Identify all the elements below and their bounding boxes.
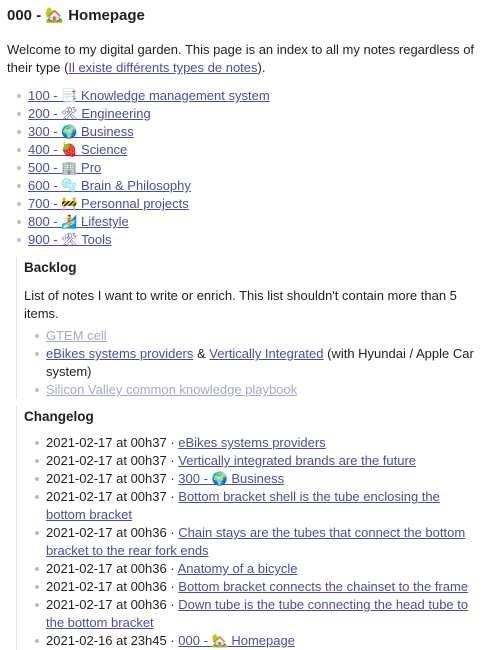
list-item: 400 - 🍓 Science — [7, 141, 482, 159]
backlog-description: List of notes I want to write or enrich.… — [24, 288, 457, 321]
note-types-link[interactable]: Il existe différents types de notes — [68, 60, 257, 75]
bullet-dot — [35, 459, 39, 463]
list-item: GTEM cell — [24, 327, 482, 345]
changelog-entry: 2021-02-17 at 00h36 · Chain stays are th… — [24, 524, 482, 560]
index-list: 100 - 📑 Knowledge management system 200 … — [7, 87, 482, 249]
bullet-dot — [17, 148, 21, 152]
changelog-timestamp: 2021-02-17 at 00h37 · — [46, 471, 179, 486]
changelog-timestamp: 2021-02-17 at 00h36 · — [46, 561, 178, 576]
bullet-dot — [35, 441, 39, 445]
bullet-dot — [17, 94, 21, 98]
bullet-dot — [35, 531, 39, 535]
changelog-link[interactable]: Bottom bracket connects the chainset to … — [178, 579, 468, 594]
backlog-link-vertically-integrated[interactable]: Vertically Integrated — [209, 346, 323, 361]
backlog-heading: Backlog — [24, 260, 77, 275]
backlog-link-ebikes[interactable]: eBikes systems providers — [46, 346, 193, 361]
changelog-entry: 2021-02-17 at 00h37 · 300 - 🌍 Business — [24, 470, 482, 488]
list-item: 600 - 🫧 Brain & Philosophy — [7, 177, 482, 195]
changelog-timestamp: 2021-02-17 at 00h37 · — [46, 489, 179, 504]
list-item: 700 - 🚧 Personnal projects — [7, 195, 482, 213]
changelog-timestamp: 2021-02-16 at 23h45 · — [46, 633, 179, 648]
changelog-link[interactable]: 300 - 🌍 Business — [178, 471, 284, 486]
index-link-400[interactable]: 400 - 🍓 Science — [28, 142, 127, 157]
changelog-entry: 2021-02-17 at 00h37 · eBikes systems pro… — [24, 434, 482, 452]
index-link-800[interactable]: 800 - 🏄 Lifestyle — [28, 214, 129, 229]
changelog-link[interactable]: Anatomy of a bicycle — [178, 561, 298, 576]
bullet-dot — [35, 603, 39, 607]
index-link-100[interactable]: 100 - 📑 Knowledge management system — [28, 88, 270, 103]
changelog-entry: 2021-02-17 at 00h37 · Bottom bracket she… — [24, 488, 482, 524]
index-link-300[interactable]: 300 - 🌍 Business — [28, 124, 134, 139]
list-item: 300 - 🌍 Business — [7, 123, 482, 141]
bullet-dot — [35, 477, 39, 481]
backlog-separator: & — [193, 346, 210, 361]
backlog-link-gtem[interactable]: GTEM cell — [46, 328, 107, 343]
changelog-link[interactable]: eBikes systems providers — [178, 435, 325, 450]
bullet-dot — [17, 130, 21, 134]
index-link-900[interactable]: 900 - 🛠 Tools — [28, 232, 111, 247]
index-link-700[interactable]: 700 - 🚧 Personnal projects — [28, 196, 189, 211]
changelog-link[interactable]: 000 - 🏡 Homepage — [178, 633, 295, 648]
bullet-dot — [35, 585, 39, 589]
list-item: eBikes systems providers & Vertically In… — [24, 345, 482, 381]
changelog-link[interactable]: Vertically integrated brands are the fut… — [178, 453, 416, 468]
changelog-entry: 2021-02-17 at 00h36 · Bottom bracket con… — [24, 578, 482, 596]
changelog-timestamp: 2021-02-17 at 00h36 · — [46, 597, 179, 612]
list-item: 800 - 🏄 Lifestyle — [7, 213, 482, 231]
list-item: 200 - 🛠 Engineering — [7, 105, 482, 123]
intro-paragraph: Welcome to my digital garden. This page … — [7, 41, 482, 77]
list-item: 500 - 🏢 Pro — [7, 159, 482, 177]
bullet-dot — [35, 639, 39, 643]
bullet-dot — [17, 202, 21, 206]
index-link-200[interactable]: 200 - 🛠 Engineering — [28, 106, 151, 121]
intro-suffix: ). — [257, 60, 266, 75]
bullet-dot — [35, 567, 39, 571]
changelog-entry: 2021-02-17 at 00h36 · Down tube is the t… — [24, 596, 482, 632]
list-item: 900 - 🛠 Tools — [7, 231, 482, 249]
changelog-list: 2021-02-17 at 00h37 · eBikes systems pro… — [24, 434, 482, 650]
backlog-list: GTEM cell eBikes systems providers & Ver… — [24, 327, 482, 399]
list-item: 100 - 📑 Knowledge management system — [7, 87, 482, 105]
list-item: Silicon Valley common knowledge playbook — [24, 381, 482, 399]
backlog-section: Backlog List of notes I want to write or… — [16, 257, 482, 399]
changelog-timestamp: 2021-02-17 at 00h37 · — [46, 453, 179, 468]
changelog-entry: 2021-02-17 at 00h36 · Anatomy of a bicyc… — [24, 560, 482, 578]
changelog-entry: 2021-02-17 at 00h37 · Vertically integra… — [24, 452, 482, 470]
changelog-timestamp: 2021-02-17 at 00h36 · — [46, 525, 179, 540]
bullet-dot — [35, 388, 39, 392]
backlog-link-silicon-valley[interactable]: Silicon Valley common knowledge playbook — [46, 382, 297, 397]
bullet-dot — [35, 495, 39, 499]
bullet-dot — [17, 166, 21, 170]
index-link-600[interactable]: 600 - 🫧 Brain & Philosophy — [28, 178, 191, 193]
index-link-500[interactable]: 500 - 🏢 Pro — [28, 160, 101, 175]
bullet-dot — [17, 220, 21, 224]
changelog-heading: Changelog — [24, 409, 94, 424]
changelog-entry: 2021-02-16 at 23h45 · 000 - 🏡 Homepage — [24, 632, 482, 650]
page-title: 000 - 🏡 Homepage — [7, 7, 145, 24]
note-page: 000 - 🏡 Homepage Welcome to my digital g… — [0, 0, 486, 650]
bullet-dot — [35, 352, 39, 356]
bullet-dot — [35, 334, 39, 338]
bullet-dot — [17, 112, 21, 116]
bullet-dot — [17, 238, 21, 242]
bullet-dot — [17, 184, 21, 188]
changelog-timestamp: 2021-02-17 at 00h37 · — [46, 435, 179, 450]
changelog-timestamp: 2021-02-17 at 00h36 · — [46, 579, 179, 594]
changelog-section: Changelog 2021-02-17 at 00h37 · eBikes s… — [16, 406, 482, 650]
